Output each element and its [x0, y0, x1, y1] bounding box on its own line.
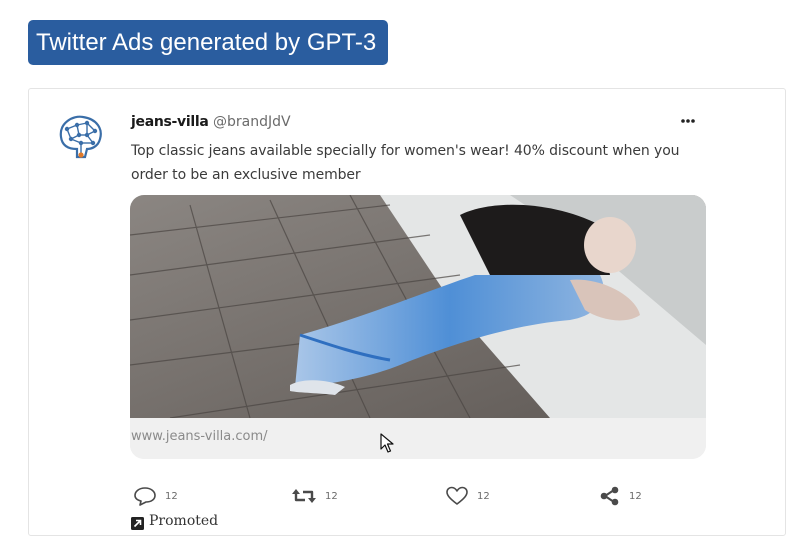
promoted-text: Promoted [149, 513, 219, 529]
page-title: Twitter Ads generated by GPT-3 [28, 20, 388, 65]
share-button[interactable]: 12 [599, 485, 642, 507]
tweet-actions: 12 12 12 12 [133, 485, 693, 507]
promoted-label: Promoted [131, 513, 219, 530]
ad-image [130, 195, 706, 418]
brain-network-icon[interactable] [53, 111, 107, 165]
author-name[interactable]: jeans-villa [131, 114, 209, 130]
like-button[interactable]: 12 [445, 485, 490, 507]
more-dots-icon[interactable] [679, 113, 697, 127]
like-count: 12 [477, 490, 490, 502]
mouse-cursor-icon [380, 433, 396, 455]
retweet-button[interactable]: 12 [291, 485, 338, 507]
author-handle[interactable]: @brandJdV [213, 114, 291, 130]
heart-icon [445, 486, 469, 506]
link-url[interactable]: www.jeans-villa.com/ [130, 418, 706, 459]
tweet-card: jeans-villa @brandJdV Top classic jeans … [28, 88, 786, 536]
share-count: 12 [629, 490, 642, 502]
reply-button[interactable]: 12 [133, 485, 178, 507]
share-icon [599, 486, 621, 506]
tweet-author: jeans-villa @brandJdV [131, 114, 291, 130]
retweet-count: 12 [325, 490, 338, 502]
retweet-icon [291, 486, 317, 506]
tweet-text: Top classic jeans available specially fo… [131, 143, 680, 183]
reply-bubble-icon [133, 486, 157, 506]
reply-count: 12 [165, 490, 178, 502]
link-preview-card[interactable]: www.jeans-villa.com/ [130, 195, 706, 459]
promoted-arrow-icon [131, 515, 144, 530]
